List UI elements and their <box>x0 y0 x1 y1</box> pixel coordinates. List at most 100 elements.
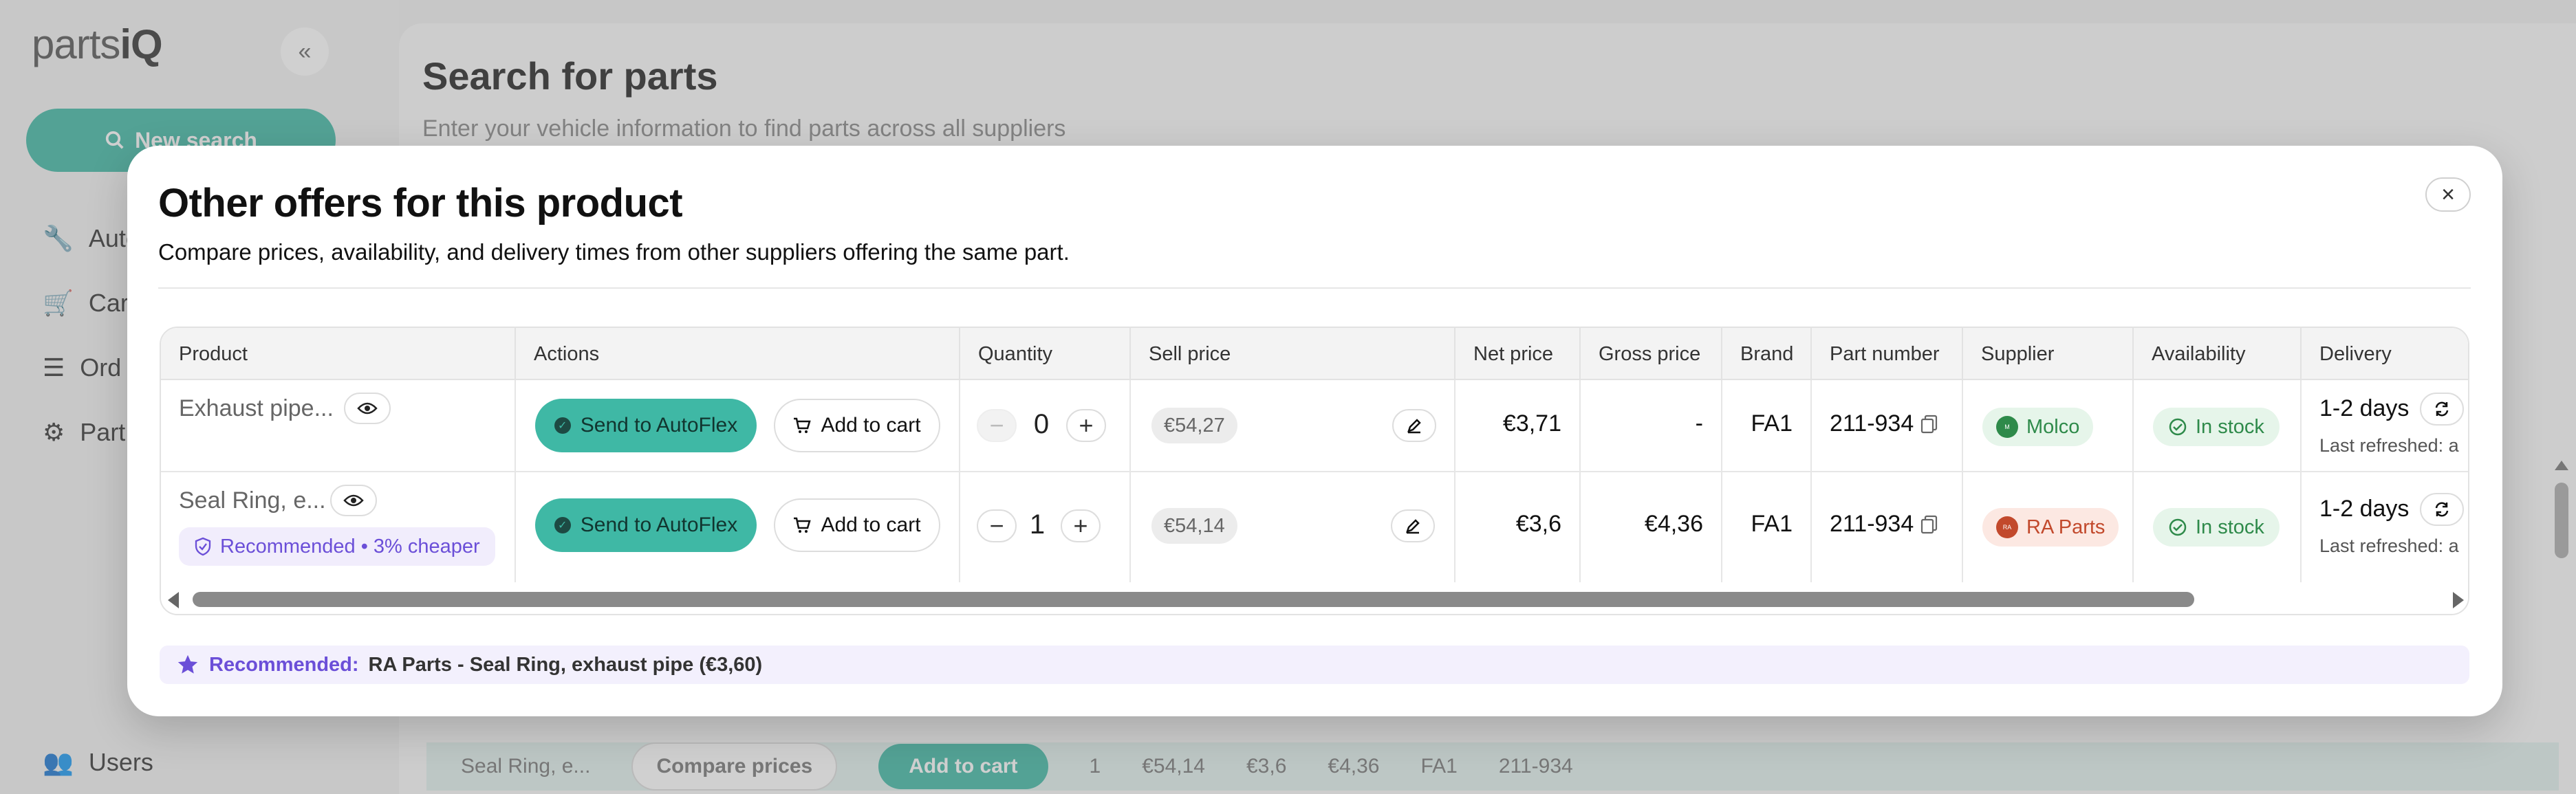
product-name[interactable]: Seal Ring, e... <box>179 487 326 514</box>
gross-price-cell: - <box>1581 380 1722 471</box>
net-price-cell: €3,6 <box>1455 472 1581 582</box>
send-to-autoflex-button[interactable]: ✓ Send to AutoFlex <box>535 498 757 552</box>
quantity-cell: − 0 + <box>960 380 1131 471</box>
column-header: Net price <box>1455 328 1581 380</box>
copy-icon[interactable] <box>1920 515 1938 534</box>
ra-parts-logo-icon: RA <box>1996 516 2018 538</box>
part-number: 211-934 <box>1830 511 1914 537</box>
sell-price-cell: €54,27 <box>1131 380 1455 471</box>
horizontal-scrollbar[interactable] <box>161 584 2468 614</box>
part-number-cell: 211-934 <box>1812 380 1963 471</box>
add-to-cart-button[interactable]: Add to cart <box>774 498 940 552</box>
supplier-cell: M Molco <box>1963 380 2134 471</box>
gross-price: €4,36 <box>1644 511 1703 537</box>
quantity-value[interactable]: 0 <box>1028 409 1055 440</box>
column-header: Actions <box>516 328 960 380</box>
recommendation-label: Recommended: <box>209 653 359 676</box>
column-header: Product <box>161 328 516 380</box>
edit-price-button[interactable] <box>1391 509 1435 542</box>
add-to-cart-button[interactable]: Add to cart <box>774 399 940 452</box>
other-offers-dialog: × Other offers for this product Compare … <box>127 146 2502 716</box>
check-circle-icon: ✓ <box>554 517 571 533</box>
actions-cell: ✓ Send to AutoFlex Add to cart <box>516 472 960 582</box>
column-header: Delivery <box>2319 342 2392 365</box>
table-row: Seal Ring, e... Recommended • 3% cheaper… <box>161 472 2468 582</box>
quantity-decrement-button[interactable]: − <box>977 509 1017 542</box>
close-button[interactable]: × <box>2425 177 2471 212</box>
quantity-increment-button[interactable]: + <box>1066 409 1106 442</box>
supplier-cell: RA RA Parts <box>1963 472 2134 582</box>
brand-cell: FA1 <box>1722 380 1812 471</box>
last-refreshed: Last refreshed: a <box>2319 536 2459 556</box>
check-circle-icon: ✓ <box>554 417 571 434</box>
net-price: €3,71 <box>1502 410 1561 437</box>
plus-icon: + <box>1079 411 1094 439</box>
column-header: Brand <box>1722 328 1812 380</box>
sell-price-cell: €54,14 <box>1131 472 1455 582</box>
copy-icon[interactable] <box>1920 415 1938 434</box>
delivery-cell: 1-2 days Last refreshed: a <box>2302 472 2468 582</box>
edit-price-button[interactable] <box>1392 409 1436 442</box>
refresh-button[interactable] <box>2420 493 2464 526</box>
quantity-value[interactable]: 1 <box>1024 509 1051 540</box>
refresh-icon <box>2435 502 2449 517</box>
send-to-autoflex-button[interactable]: ✓ Send to AutoFlex <box>535 399 757 452</box>
check-circle-icon <box>2169 518 2187 536</box>
availability-badge: In stock <box>2153 508 2280 547</box>
net-price: €3,6 <box>1515 511 1561 537</box>
availability-cell: In stock <box>2134 380 2302 471</box>
view-details-button[interactable] <box>344 393 391 424</box>
refresh-button[interactable] <box>2420 393 2464 426</box>
brand-cell: FA1 <box>1722 472 1812 582</box>
brand: FA1 <box>1751 410 1793 437</box>
minus-icon: − <box>989 411 1004 439</box>
product-cell: Seal Ring, e... Recommended • 3% cheaper <box>161 472 516 582</box>
column-header: Availability <box>2134 328 2302 380</box>
pencil-icon <box>1407 419 1421 434</box>
recommendation-banner: Recommended: RA Parts - Seal Ring, exhau… <box>160 646 2469 684</box>
check-circle-icon <box>2169 418 2187 436</box>
refresh-icon <box>2435 401 2449 417</box>
cart-icon <box>794 417 812 433</box>
supplier-badge: RA RA Parts <box>1982 508 2119 547</box>
part-number-cell: 211-934 <box>1812 472 1963 582</box>
delivery-time: 1-2 days <box>2319 395 2410 421</box>
plus-icon: + <box>1073 511 1088 540</box>
molco-logo-icon: M <box>1996 416 2018 438</box>
delivery-cell: 1-2 days Last refreshed: a <box>2302 380 2468 471</box>
delivery-time: 1-2 days <box>2319 496 2410 522</box>
pencil-icon <box>1406 519 1420 534</box>
view-details-button[interactable] <box>330 485 377 516</box>
gross-price-cell: €4,36 <box>1581 472 1722 582</box>
actions-cell: ✓ Send to AutoFlex Add to cart <box>516 380 960 471</box>
scroll-left-icon[interactable] <box>168 592 179 608</box>
column-header: Quantity <box>960 328 1131 380</box>
last-refreshed: Last refreshed: a <box>2319 435 2459 456</box>
recommended-badge: Recommended • 3% cheaper <box>179 527 495 566</box>
column-header: Part number <box>1812 328 1963 380</box>
column-header: Supplier <box>1963 328 2134 380</box>
quantity-cell: − 1 + <box>960 472 1131 582</box>
scroll-right-icon[interactable] <box>2453 592 2464 608</box>
star-icon <box>177 654 198 674</box>
dialog-description: Compare prices, availability, and delive… <box>158 239 1070 265</box>
table-row: Exhaust pipe... ✓ Send to AutoFlex Add t… <box>161 380 2468 472</box>
close-icon: × <box>2441 181 2455 208</box>
minus-icon: − <box>989 511 1004 540</box>
product-cell: Exhaust pipe... <box>161 380 516 471</box>
eye-icon <box>357 402 378 415</box>
page-scrollbar[interactable] <box>2553 461 2570 564</box>
quantity-decrement-button[interactable]: − <box>977 409 1017 442</box>
availability-badge: In stock <box>2153 408 2280 446</box>
scrollbar-thumb[interactable] <box>193 592 2194 607</box>
recommendation-text: RA Parts - Seal Ring, exhaust pipe (€3,6… <box>368 653 763 676</box>
availability-cell: In stock <box>2134 472 2302 582</box>
brand: FA1 <box>1751 511 1793 537</box>
product-name[interactable]: Exhaust pipe... <box>179 395 334 422</box>
sell-price: €54,14 <box>1151 508 1237 544</box>
net-price-cell: €3,71 <box>1455 380 1581 471</box>
quantity-increment-button[interactable]: + <box>1061 509 1101 542</box>
eye-icon <box>343 494 364 507</box>
offers-table: Product Actions Quantity Sell price Net … <box>160 327 2469 615</box>
dialog-title: Other offers for this product <box>158 181 683 225</box>
